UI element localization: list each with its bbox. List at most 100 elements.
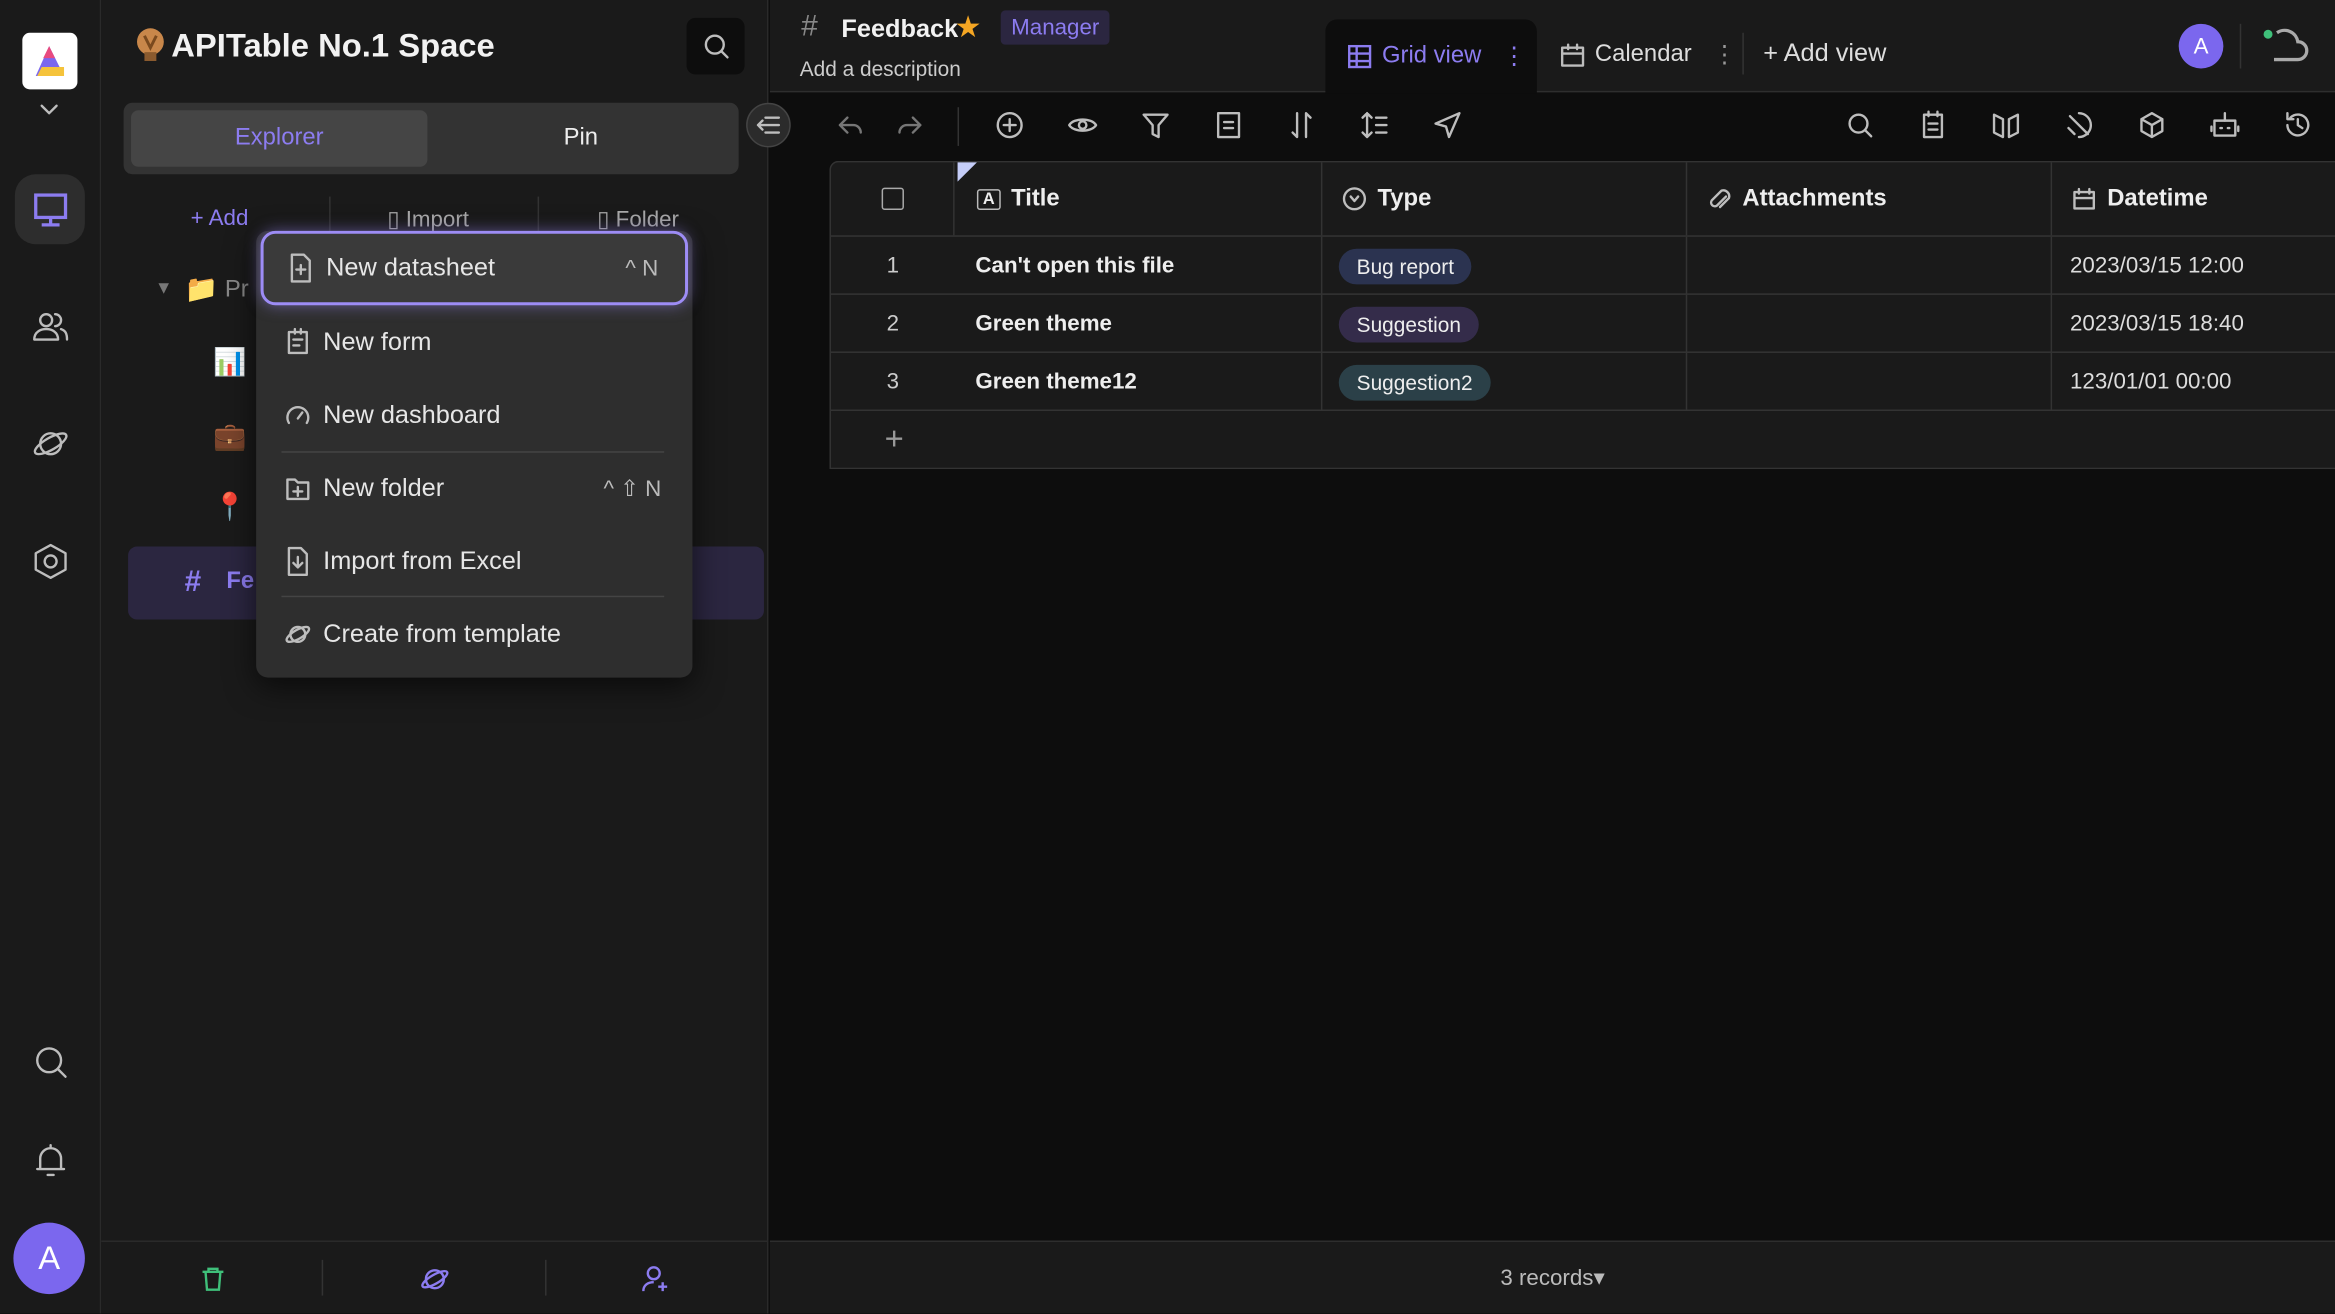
column-header-type[interactable]: Type bbox=[1322, 162, 1688, 236]
sidebar-search-button[interactable] bbox=[686, 17, 745, 75]
tab-pin[interactable]: Pin bbox=[430, 110, 731, 167]
templates-button[interactable] bbox=[15, 408, 85, 478]
select-all-checkbox[interactable] bbox=[880, 187, 904, 210]
calendar-icon bbox=[2073, 187, 2096, 210]
cell-attachments[interactable] bbox=[1687, 294, 2053, 353]
integration-icon[interactable] bbox=[2064, 110, 2094, 140]
add-button[interactable]: + Add bbox=[191, 206, 249, 231]
settings-button[interactable] bbox=[15, 526, 85, 596]
tab-grid-view[interactable]: Grid view ⋮ bbox=[1325, 19, 1537, 94]
robot-icon[interactable] bbox=[2210, 110, 2240, 140]
cube-icon[interactable] bbox=[2137, 110, 2167, 140]
menu-item-new-folder[interactable]: New folder ^ ⇧ N bbox=[261, 454, 688, 523]
briefcase-emoji-icon[interactable]: 💼 bbox=[213, 421, 246, 452]
divider bbox=[1742, 32, 1744, 75]
members-button[interactable] bbox=[15, 290, 85, 360]
table-row[interactable]: 1 Can't open this file Bug report 2023/03/1… bbox=[830, 235, 2335, 295]
tree-folder-label[interactable]: Pr bbox=[225, 277, 249, 304]
add-view-label: Add view bbox=[1783, 38, 1887, 68]
planet-icon bbox=[32, 431, 67, 455]
cell-type[interactable]: Suggestion bbox=[1322, 294, 1688, 353]
more-icon[interactable]: ⋮ bbox=[1712, 40, 1736, 70]
cell-datetime[interactable]: 2023/03/15 18:40 bbox=[2052, 295, 2335, 353]
cell-title[interactable]: Green theme12 bbox=[955, 352, 1323, 412]
column-header-datetime[interactable]: Datetime bbox=[2052, 162, 2335, 235]
import-button[interactable]: ▯ Import bbox=[387, 206, 469, 232]
column-label: Attachments bbox=[1742, 185, 1887, 211]
cell-attachments[interactable] bbox=[1687, 352, 2053, 412]
record-count[interactable]: 3 records▾ bbox=[1500, 1264, 1604, 1291]
cloud-sync-icon[interactable] bbox=[2262, 27, 2313, 66]
table-row[interactable]: 3 Green theme12 Suggestion2 123/01/01 00:00 bbox=[830, 351, 2335, 412]
workbench-button[interactable] bbox=[14, 174, 85, 245]
add-record-icon[interactable] bbox=[995, 110, 1025, 140]
cell-title[interactable]: Green theme bbox=[955, 294, 1323, 353]
menu-item-import-excel[interactable]: Import from Excel bbox=[261, 527, 688, 596]
cell-attachments[interactable] bbox=[1687, 236, 2053, 295]
cell-type[interactable]: Bug report bbox=[1322, 236, 1688, 295]
row-number: 2 bbox=[886, 311, 899, 337]
history-icon[interactable] bbox=[2283, 110, 2313, 140]
app-logo[interactable] bbox=[22, 32, 78, 90]
space-name[interactable]: APITable No.1 Space bbox=[171, 27, 494, 66]
share-icon[interactable] bbox=[1433, 110, 1463, 140]
cell-datetime[interactable]: 123/01/01 00:00 bbox=[2052, 353, 2335, 411]
status-bar: 3 records▾ bbox=[769, 1240, 2335, 1314]
space-badge-icon bbox=[134, 27, 167, 66]
menu-item-new-dashboard[interactable]: New dashboard bbox=[261, 381, 688, 450]
datasheet-title[interactable]: Feedback bbox=[841, 15, 958, 45]
cell-datetime[interactable]: 2023/03/15 12:00 bbox=[2052, 237, 2335, 295]
chart-emoji-icon[interactable]: 📊 bbox=[213, 347, 246, 378]
menu-divider bbox=[281, 451, 665, 453]
row-number: 1 bbox=[886, 253, 899, 279]
cell-title[interactable]: Can't open this file bbox=[955, 236, 1323, 295]
file-plus-icon bbox=[290, 253, 311, 283]
dashboard-icon bbox=[286, 406, 310, 425]
menu-item-new-form[interactable]: New form bbox=[261, 308, 688, 377]
gear-icon bbox=[33, 543, 66, 579]
description-field[interactable]: Add a description bbox=[800, 57, 961, 81]
sidebar-bottom-bar bbox=[101, 1240, 769, 1314]
user-avatar[interactable]: A bbox=[13, 1222, 85, 1295]
column-header-attachments[interactable]: Attachments bbox=[1687, 162, 2053, 236]
row-height-icon[interactable] bbox=[1360, 110, 1390, 140]
folder-button[interactable]: ▯ Folder bbox=[597, 206, 679, 232]
tab-explorer[interactable]: Explorer bbox=[131, 110, 428, 167]
cell-type[interactable]: Suggestion2 bbox=[1322, 352, 1688, 412]
column-header-title[interactable]: A Title bbox=[955, 162, 1323, 236]
search-icon[interactable] bbox=[1845, 110, 1875, 140]
filter-icon[interactable] bbox=[1141, 110, 1171, 140]
more-icon[interactable]: ⋮ bbox=[1502, 42, 1526, 72]
eye-icon[interactable] bbox=[1068, 110, 1098, 140]
add-user-icon[interactable] bbox=[642, 1264, 672, 1294]
chevron-down-icon[interactable] bbox=[39, 103, 60, 118]
grid-table: A Title Type Attachments Datetime 1 Can't … bbox=[829, 160, 2335, 470]
widget-icon[interactable] bbox=[1991, 110, 2021, 140]
star-icon[interactable]: ★ bbox=[955, 9, 982, 46]
undo-icon[interactable] bbox=[835, 112, 865, 142]
api-icon[interactable] bbox=[1918, 110, 1948, 140]
trash-icon[interactable] bbox=[200, 1266, 227, 1293]
folder-emoji-icon: 📁 bbox=[184, 274, 219, 304]
search-button[interactable] bbox=[15, 1026, 85, 1096]
tab-calendar[interactable]: Calendar ⋮ bbox=[1559, 40, 1736, 70]
sort-icon[interactable] bbox=[1287, 110, 1317, 140]
menu-divider bbox=[281, 595, 665, 598]
group-icon[interactable] bbox=[1214, 110, 1244, 140]
notifications-button[interactable] bbox=[15, 1124, 85, 1194]
redo-icon[interactable] bbox=[895, 112, 925, 142]
folder-plus-icon bbox=[286, 478, 310, 501]
pin-emoji-icon[interactable]: 📍 bbox=[213, 491, 246, 522]
datasheet-header: # Feedback ★ Manager Add a description G… bbox=[769, 0, 2335, 94]
menu-item-create-from-template[interactable]: Create from template bbox=[261, 600, 688, 669]
collaborator-avatar[interactable]: A bbox=[2178, 23, 2224, 69]
add-record-row[interactable]: + bbox=[830, 409, 2335, 470]
column-label: Datetime bbox=[2107, 185, 2208, 211]
table-row[interactable]: 2 Green theme Suggestion 2023/03/15 18:40 bbox=[830, 293, 2335, 353]
menu-item-new-datasheet[interactable]: New datasheet ^ N bbox=[260, 230, 689, 306]
planet-icon[interactable] bbox=[420, 1264, 450, 1294]
planet-icon bbox=[285, 625, 311, 644]
form-icon bbox=[287, 327, 308, 355]
add-view-button[interactable]: + Add view bbox=[1763, 39, 1886, 69]
caret-down-icon[interactable]: ▼ bbox=[155, 277, 173, 298]
